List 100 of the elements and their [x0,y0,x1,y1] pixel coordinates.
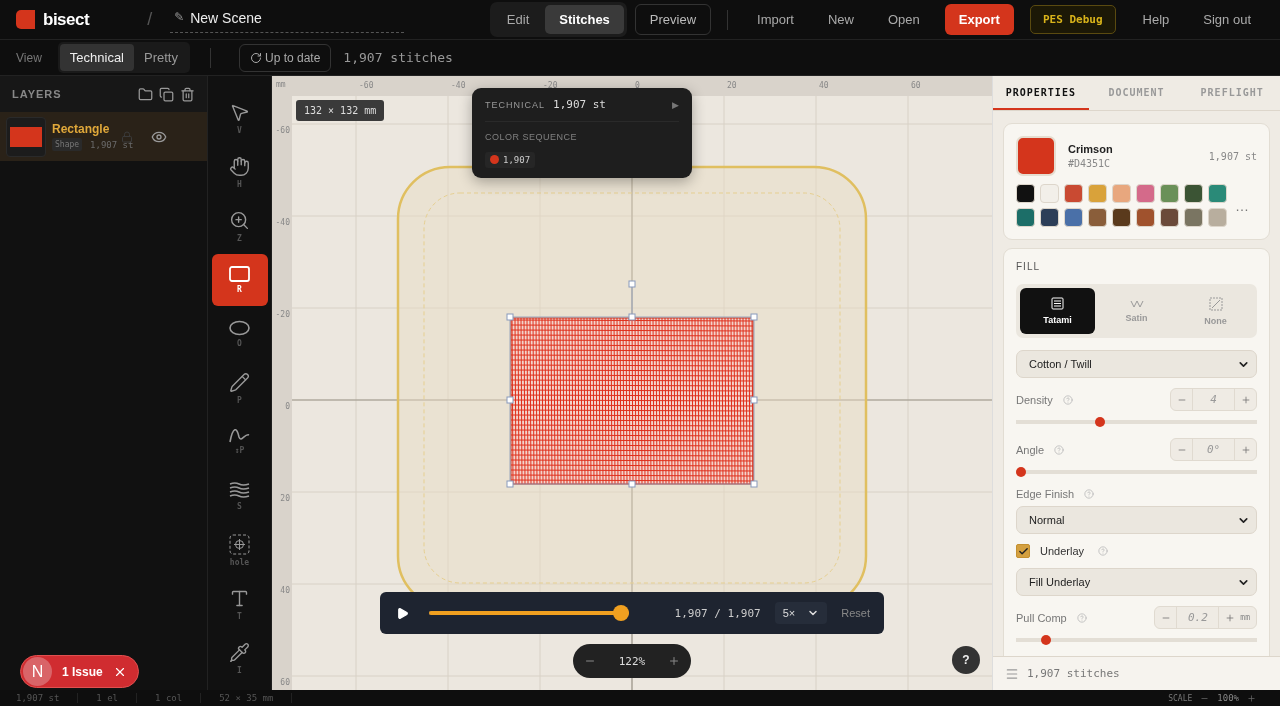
reset-link[interactable]: Reset [841,607,870,619]
palette-swatch[interactable] [1016,208,1035,227]
slider-thumb[interactable] [1041,635,1052,645]
size-badge: 132 × 132 mm [296,100,385,121]
palette-swatch[interactable] [1160,208,1179,227]
folder-icon[interactable] [138,86,153,102]
playback-thumb[interactable] [613,605,629,621]
view-toggle[interactable]: Pretty [134,44,188,71]
tool-button[interactable]: ↕P [211,416,268,468]
trash-icon[interactable] [180,86,195,102]
palette-swatch[interactable] [1208,184,1227,203]
debug-button[interactable]: PES Debug [1029,5,1116,34]
scale-label: SCALE [1168,693,1193,703]
mode-tab[interactable]: Stitches [545,5,624,34]
palette-swatch[interactable] [1016,184,1035,203]
status-item: 1,907 st [16,693,79,703]
ruler-label: 20 [727,81,737,90]
color-name: Crimson [1068,143,1114,155]
ruler-label: -20 [275,310,290,319]
speed-select[interactable]: 5× [774,602,828,624]
account-link[interactable]: Sign out [1190,12,1264,27]
slash-icon [1208,296,1223,311]
zoom-icon [229,209,250,231]
color-hex: #D4351C [1068,158,1112,169]
palette-swatch[interactable] [1112,208,1131,227]
palette-swatch[interactable] [1112,184,1131,203]
crosshair-icon [229,533,250,555]
slider-thumb[interactable] [1094,417,1105,427]
layer-type-tag: Shape [52,138,83,151]
curve-icon [229,429,250,443]
field-label: Density [1016,393,1053,406]
color-swatch[interactable] [1016,136,1056,176]
layer-stitches: 1,907 st [90,139,134,150]
dropdown-select[interactable]: Normal [1016,506,1257,534]
account-link[interactable]: Help [1129,12,1183,27]
fill-type-button[interactable]: Tatami [1020,288,1095,334]
zigzag-icon [1129,299,1144,308]
palette-swatch[interactable] [1136,208,1155,227]
more-button[interactable]: … [1235,197,1249,214]
footer-stitches: 1,907 stitches [1027,667,1120,680]
tool-button[interactable]: R [211,254,268,306]
ruler-label: 0 [635,81,640,90]
issue-label: 1 Issue [62,664,103,679]
palette-swatch[interactable] [1136,184,1155,203]
panel-tab[interactable]: PROPERTIES [993,76,1089,110]
palette-swatch[interactable] [1040,208,1059,227]
tool-button[interactable]: H [211,146,268,198]
slider-track[interactable] [1016,467,1257,477]
layer-name: Rectangle [52,122,111,136]
ruler-unit: mm [276,80,286,89]
rectangle-icon [229,266,250,282]
checkbox[interactable] [1016,544,1030,558]
palette-swatch[interactable] [1088,184,1107,203]
menu-link[interactable]: Import [744,12,807,27]
ruler-label: 40 [819,81,829,90]
status-item: 1 col [137,693,202,703]
stitch-counter: 1,907 / 1,907 [674,606,761,620]
pen-icon [229,371,250,393]
menu-link[interactable]: New [814,12,867,27]
ruler-label: -60 [275,126,290,135]
selection-frame[interactable] [506,280,758,488]
popover-count: 1,907 st [553,98,607,111]
scale-value: 100% [1217,693,1239,703]
zoom-in-icon[interactable] [667,655,680,667]
mode-tab[interactable]: Edit [492,5,544,34]
view-toggle[interactable]: Technical [59,44,134,71]
ruler-label: 60 [280,678,290,687]
tool-button[interactable]: P [211,362,268,414]
sequence-label: COLOR SEQUENCE [485,132,579,142]
copy-icon[interactable] [159,86,174,102]
menu-link[interactable]: Open [874,12,933,27]
material-select[interactable]: Cotton / Twill [1016,350,1257,378]
ruler-label: 60 [911,81,921,90]
palette-swatch[interactable] [1064,208,1083,227]
path-separator: / [147,9,153,30]
help-button[interactable]: ? [952,646,980,674]
ruler-label: 40 [280,586,290,595]
ruler-label: 0 [285,402,290,411]
ruler-label: -40 [451,81,466,90]
palette-swatch[interactable] [1184,184,1203,203]
issue-toast[interactable]: N 1 Issue [20,655,139,688]
zoom-value: 122% [618,654,646,668]
slider-thumb[interactable] [1016,467,1026,477]
palette-swatch[interactable] [1160,184,1179,203]
eyedropper-icon [229,641,250,663]
view-label: View [16,50,42,65]
field-label: Pull Comp [1016,611,1067,624]
palette-swatch[interactable] [1064,184,1083,203]
scene-title-field[interactable]: ✎ New Scene [170,6,405,33]
palette-swatch[interactable] [1208,208,1227,227]
dropdown-select[interactable]: Fill Underlay [1016,568,1257,596]
palette-swatch[interactable] [1184,208,1203,227]
expand-arrow[interactable]: ▶ [672,99,679,110]
export-button[interactable]: Export [944,4,1014,35]
refresh-button[interactable]: Up to date [238,43,332,72]
palette-swatch[interactable] [1040,184,1059,203]
layer-row[interactable]: Rectangle Shape 1,907 st [0,112,207,161]
palette-swatch[interactable] [1088,208,1107,227]
logo-text: bisect [43,9,90,30]
preview-button[interactable]: Preview [634,4,712,35]
